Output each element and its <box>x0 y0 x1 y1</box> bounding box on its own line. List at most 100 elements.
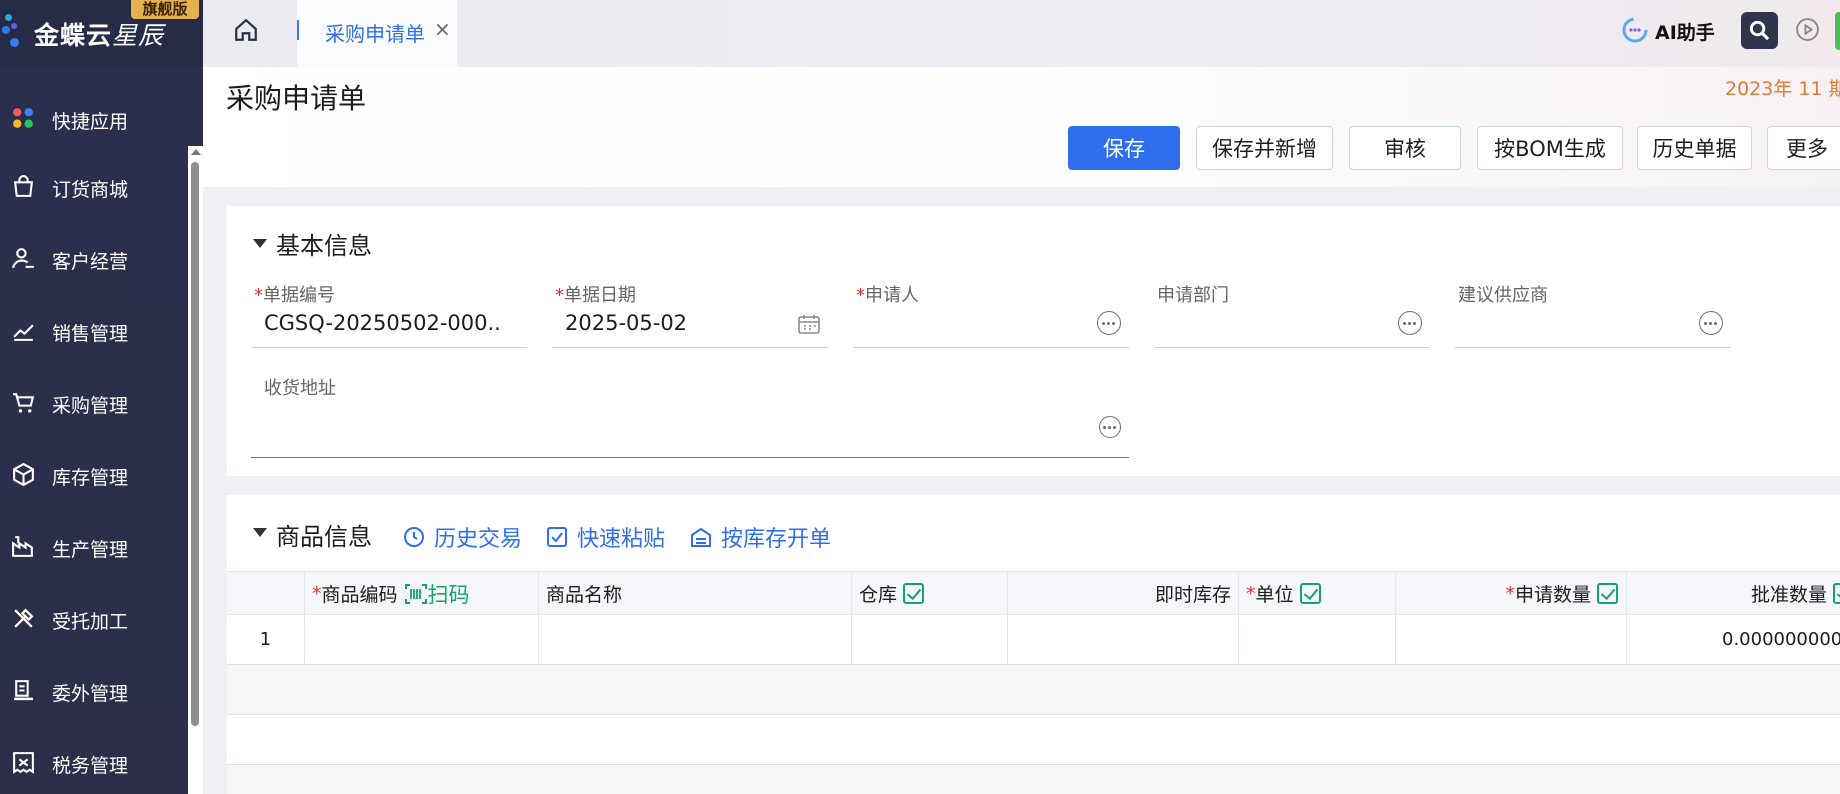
audit-button[interactable]: 审核 <box>1349 126 1461 170</box>
play-icon[interactable] <box>1795 17 1820 42</box>
sidebar-item-sales[interactable]: 销售管理 <box>0 308 188 354</box>
sidebar-item-label: 生产管理 <box>52 539 129 561</box>
delivery-address-field[interactable]: 收货地址 <box>251 374 1129 458</box>
brand-logo[interactable]: 金蝶云星辰 旗舰版 <box>0 0 203 67</box>
save-and-new-button[interactable]: 保存并新增 <box>1196 126 1333 170</box>
clock-icon <box>404 527 424 547</box>
checkbox-icon[interactable] <box>1833 583 1840 604</box>
more-button[interactable]: 更多 <box>1767 126 1840 170</box>
column-header-unit[interactable]: * 单位 <box>1239 572 1396 615</box>
factory-icon <box>12 536 33 557</box>
suggested-supplier-field[interactable]: 建议供应商 <box>1455 281 1731 348</box>
sidebar-scrollbar[interactable] <box>188 146 203 794</box>
generate-by-bom-button[interactable]: 按BOM生成 <box>1477 126 1623 170</box>
sidebar-item-label: 订货商城 <box>52 179 129 201</box>
sidebar-item-inventory[interactable]: 库存管理 <box>0 452 188 498</box>
collapse-caret-icon[interactable] <box>253 239 267 248</box>
warehouse-icon <box>691 527 711 547</box>
row-index: 1 <box>227 615 305 664</box>
bill-number-field[interactable]: *单据编号 CGSQ-20250502-000... <box>251 281 527 348</box>
sidebar-item-label: 采购管理 <box>52 395 129 417</box>
sidebar-item-outsourcing[interactable]: 委外管理 <box>0 668 188 714</box>
sidebar-item-purchase[interactable]: 采购管理 <box>0 380 188 426</box>
quick-paste-link[interactable]: 快速粘贴 <box>545 521 665 553</box>
user-avatar-edge[interactable] <box>1835 12 1840 50</box>
brand-name: 金蝶云星辰 <box>34 21 165 50</box>
sidebar-item-production[interactable]: 生产管理 <box>0 524 188 570</box>
bill-date-value[interactable]: 2025-05-02 <box>565 311 801 335</box>
order-by-stock-link[interactable]: 按库存开单 <box>689 521 831 553</box>
cell-code[interactable] <box>305 615 539 664</box>
more-options-icon[interactable] <box>1398 311 1422 335</box>
column-header-code[interactable]: * 商品编码 扫码 <box>305 572 539 615</box>
search-button[interactable] <box>1741 12 1778 49</box>
cell-warehouse[interactable] <box>852 615 1008 664</box>
scan-code-button[interactable]: 扫码 <box>404 579 470 609</box>
tab-purchase-request[interactable]: 采购申请单 × <box>297 0 457 67</box>
more-options-icon[interactable] <box>1097 311 1121 335</box>
address-label: 收货地址 <box>264 378 336 399</box>
applicant-field[interactable]: *申请人 <box>853 281 1129 348</box>
history-documents-button[interactable]: 历史单据 <box>1637 126 1752 170</box>
column-header-stock[interactable]: 即时库存 <box>1008 572 1239 615</box>
tax-icon <box>13 752 34 774</box>
checkbox-icon[interactable] <box>903 583 925 604</box>
table-row[interactable]: 1 0.0000000000 <box>227 615 1840 665</box>
cell-apply-qty[interactable] <box>1396 615 1627 664</box>
cell-unit[interactable] <box>1239 615 1396 664</box>
checkbox-icon[interactable] <box>1597 583 1618 604</box>
sidebar-item-quick-apps[interactable]: 快捷应用 <box>0 96 188 142</box>
department-field[interactable]: 申请部门 <box>1154 281 1430 348</box>
close-icon[interactable]: × <box>434 17 451 41</box>
sidebar-item-order-mall[interactable]: 订货商城 <box>0 164 188 210</box>
bill-number-value[interactable]: CGSQ-20250502-000... <box>264 311 500 335</box>
column-header-index <box>227 572 305 615</box>
sidebar-item-customer[interactable]: 客户经营 <box>0 236 188 282</box>
more-options-icon[interactable] <box>1699 311 1723 335</box>
tools-icon <box>14 608 34 628</box>
sales-trend-icon <box>13 324 34 341</box>
top-bar: 采购申请单 × AI助手 <box>203 0 1840 67</box>
column-header-name[interactable]: 商品名称 <box>539 572 852 615</box>
goods-info-title[interactable]: 商品信息 <box>276 517 372 552</box>
scroll-up-arrow-icon[interactable] <box>191 149 201 155</box>
save-button[interactable]: 保存 <box>1068 126 1180 170</box>
home-icon[interactable] <box>233 17 259 43</box>
collapse-caret-icon[interactable] <box>253 528 267 537</box>
sidebar-item-label: 库存管理 <box>52 467 129 489</box>
bill-date-field[interactable]: *单据日期 2025-05-02 <box>552 281 828 348</box>
ai-assistant-label[interactable]: AI助手 <box>1655 18 1715 45</box>
ai-assistant-icon[interactable] <box>1621 16 1649 44</box>
sidebar-item-label: 客户经营 <box>52 251 129 273</box>
search-icon <box>1749 20 1770 41</box>
department-label: 申请部门 <box>1157 285 1229 306</box>
apps-icon <box>13 108 33 128</box>
checkbox-icon[interactable] <box>1299 583 1321 604</box>
history-trade-link[interactable]: 历史交易 <box>402 521 522 553</box>
basic-info-title[interactable]: 基本信息 <box>276 226 372 261</box>
shopping-bag-icon <box>13 175 34 197</box>
table-row[interactable] <box>227 765 1840 794</box>
calendar-icon[interactable] <box>798 314 820 334</box>
table-header: * 商品编码 扫码 商品名称 仓库 即时库存 * 单位 * 申请数量 批准数量 <box>227 571 1840 615</box>
cell-approve-qty[interactable]: 0.0000000000 <box>1627 615 1840 664</box>
content-gutter <box>203 187 227 794</box>
sidebar-item-consigned-processing[interactable]: 受托加工 <box>0 596 188 642</box>
edition-badge: 旗舰版 <box>131 0 199 19</box>
supplier-label: 建议供应商 <box>1458 285 1548 306</box>
outsource-icon <box>14 680 33 701</box>
more-options-icon[interactable] <box>1099 416 1121 438</box>
page-header: 采购申请单 2023年 11 期 保存 保存并新增 审核 按BOM生成 历史单据… <box>203 67 1840 187</box>
tab-label: 采购申请单 <box>325 22 425 46</box>
sidebar-item-tax[interactable]: 税务管理 <box>0 740 188 786</box>
sidebar-item-label: 销售管理 <box>52 323 129 345</box>
column-header-warehouse[interactable]: 仓库 <box>852 572 1008 615</box>
column-header-approve-qty[interactable]: 批准数量 <box>1627 572 1840 615</box>
scrollbar-thumb[interactable] <box>191 162 199 726</box>
cell-name[interactable] <box>539 615 852 664</box>
bill-date-label: 单据日期 <box>564 285 636 306</box>
table-row[interactable] <box>227 715 1840 765</box>
column-header-apply-qty[interactable]: * 申请数量 <box>1396 572 1627 615</box>
table-row[interactable] <box>227 665 1840 715</box>
basic-info-section: 基本信息 *单据编号 CGSQ-20250502-000... *单据日期 20… <box>227 206 1840 476</box>
